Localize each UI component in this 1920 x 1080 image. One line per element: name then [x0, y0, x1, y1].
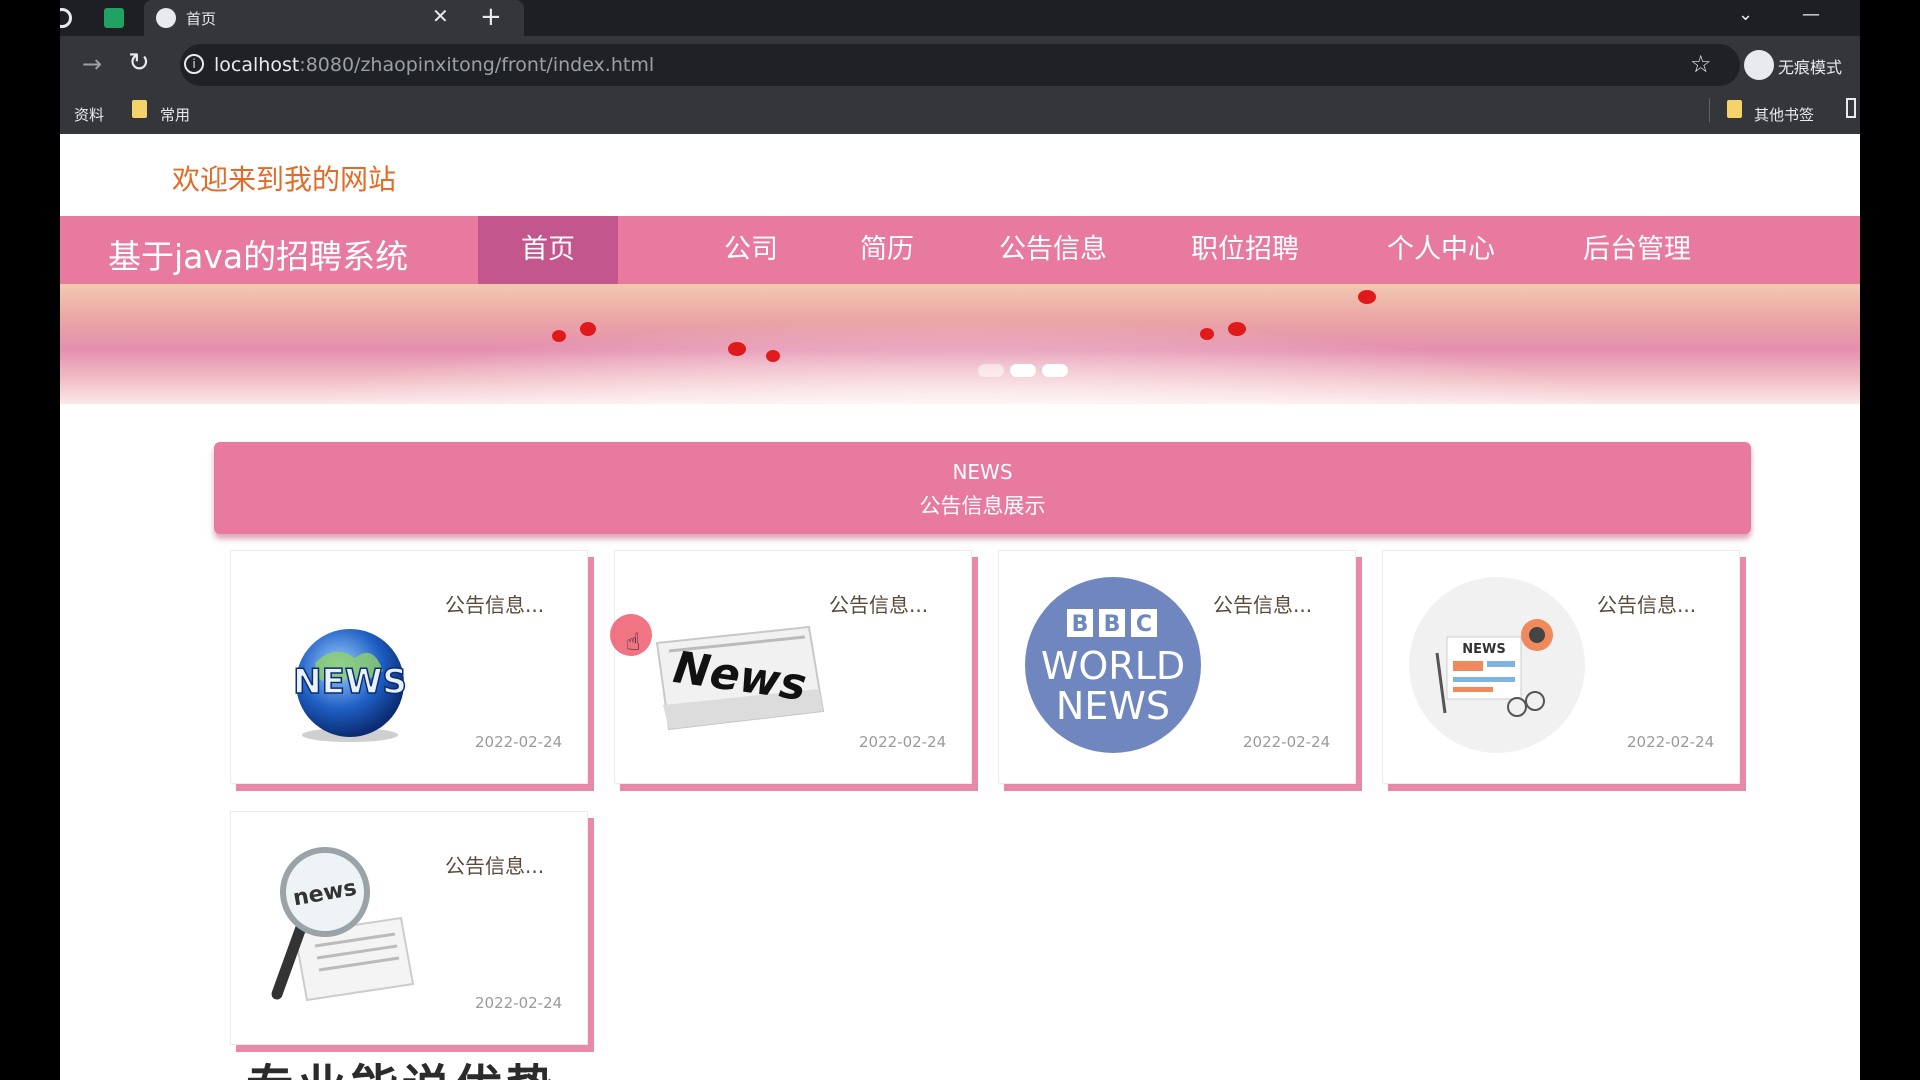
card-title[interactable]: 公告信息... [445, 589, 544, 618]
news-card[interactable]: news 公告信息... 2022-02-24 [230, 811, 588, 1045]
news-card[interactable]: News 公告信息... 2022-02-24 [614, 550, 972, 784]
reload-icon[interactable]: ↻ [128, 48, 150, 78]
close-tab-icon[interactable]: ✕ [432, 4, 449, 28]
svg-text:NEWS: NEWS [1056, 684, 1170, 728]
card-title[interactable]: 公告信息... [829, 589, 928, 618]
toolbar: → ↻ i localhost:8080/zhaopinxitong/front… [60, 36, 1860, 94]
nav-item-profile[interactable]: 个人中心 [1366, 216, 1516, 284]
card-date: 2022-02-24 [475, 733, 563, 751]
banner-flower [766, 350, 780, 362]
banner-flower [1358, 290, 1376, 304]
card-date: 2022-02-24 [859, 733, 947, 751]
svg-text:C: C [1136, 612, 1152, 637]
banner-flower [552, 330, 566, 342]
forward-icon[interactable]: → [82, 50, 102, 78]
section-heading: 专业能说优势 [246, 1048, 558, 1080]
nav-item-resume[interactable]: 简历 [832, 216, 942, 284]
newspaper-news-icon: News [639, 573, 829, 753]
banner-flower [1228, 322, 1246, 336]
svg-text:B: B [1104, 612, 1121, 637]
nav-item-jobs[interactable]: 职位招聘 [1170, 216, 1320, 284]
news-section-header: NEWS 公告信息展示 [214, 442, 1751, 534]
other-bookmarks[interactable]: 其他书签 [1754, 104, 1814, 125]
bookmark-item[interactable]: 资料 [74, 104, 104, 125]
tab-search-icon[interactable]: ⌄ [1738, 4, 1753, 25]
bookmark-item[interactable]: 常用 [160, 104, 190, 125]
globe-news-icon: NEWS [255, 573, 445, 753]
bookmarks-bar [60, 94, 1860, 134]
folder-icon [132, 100, 147, 118]
new-tab-icon[interactable]: + [480, 2, 502, 32]
svg-text:NEWS: NEWS [1462, 642, 1505, 657]
incognito-label[interactable]: 无痕模式 [1778, 54, 1842, 78]
card-title[interactable]: 公告信息... [1597, 589, 1696, 618]
svg-text:B: B [1072, 612, 1089, 637]
card-title[interactable]: 公告信息... [445, 850, 544, 879]
nav-item-admin[interactable]: 后台管理 [1562, 216, 1712, 284]
card-date: 2022-02-24 [475, 994, 563, 1012]
carousel-dot[interactable] [1042, 364, 1068, 377]
news-illustration-icon: NEWS [1407, 573, 1597, 753]
carousel-dot-active[interactable] [1010, 364, 1036, 377]
card-date: 2022-02-24 [1243, 733, 1331, 751]
bbc-world-news-logo: B B C WORLD NEWS [1023, 573, 1213, 753]
folder-icon [1727, 100, 1742, 118]
svg-text:WORLD: WORLD [1041, 644, 1185, 688]
globe-favicon-icon [156, 8, 176, 28]
banner-flower [728, 342, 746, 356]
reading-list-icon[interactable] [1846, 98, 1856, 118]
news-card[interactable]: B B C WORLD NEWS 公告信息... 2022-02-24 [998, 550, 1356, 784]
magnifier-news-icon: news [255, 834, 445, 1014]
hero-banner [60, 284, 1860, 404]
section-title: 公告信息展示 [919, 494, 1046, 518]
bookmark-star-icon[interactable]: ☆ [1690, 50, 1712, 78]
nav-item-notices[interactable]: 公告信息 [978, 216, 1128, 284]
nav-item-home[interactable]: 首页 [478, 216, 618, 284]
news-card[interactable]: NEWS 公告信息... 2022-02-24 [1382, 550, 1740, 784]
main-nav: 基于java的招聘系统 首页 公司 简历 公告信息 职位招聘 个人中心 后台管理 [60, 216, 1860, 284]
minimize-icon[interactable]: — [1802, 4, 1820, 25]
card-date: 2022-02-24 [1627, 733, 1715, 751]
carousel-dot[interactable] [978, 364, 1004, 377]
welcome-text: 欢迎来到我的网站 [172, 163, 397, 196]
sheets-tab-icon[interactable] [104, 8, 124, 28]
url-text: localhost:8080/zhaopinxitong/front/index… [214, 54, 655, 76]
svg-text:NEWS: NEWS [293, 662, 407, 702]
nav-item-company[interactable]: 公司 [696, 216, 806, 284]
site-info-icon[interactable]: i [184, 54, 204, 74]
bookmarks-divider [1709, 98, 1710, 122]
banner-flower [1200, 328, 1214, 340]
site-title: 基于java的招聘系统 [108, 237, 409, 276]
banner-flower [580, 322, 596, 336]
tab-strip: 首页 ✕ + ⌄ — [60, 0, 1860, 36]
incognito-icon[interactable] [1744, 50, 1774, 80]
news-card[interactable]: NEWS 公告信息... 2022-02-24 [230, 550, 588, 784]
section-title-en: NEWS [952, 460, 1013, 484]
hand-cursor-icon: ☝ [626, 628, 641, 656]
tab-title: 首页 [186, 10, 217, 28]
card-title[interactable]: 公告信息... [1213, 589, 1312, 618]
previous-tab-icon[interactable] [60, 8, 72, 28]
browser-window: 首页 ✕ + ⌄ — → ↻ i localhost:8080/zhaopinx… [60, 0, 1860, 1080]
